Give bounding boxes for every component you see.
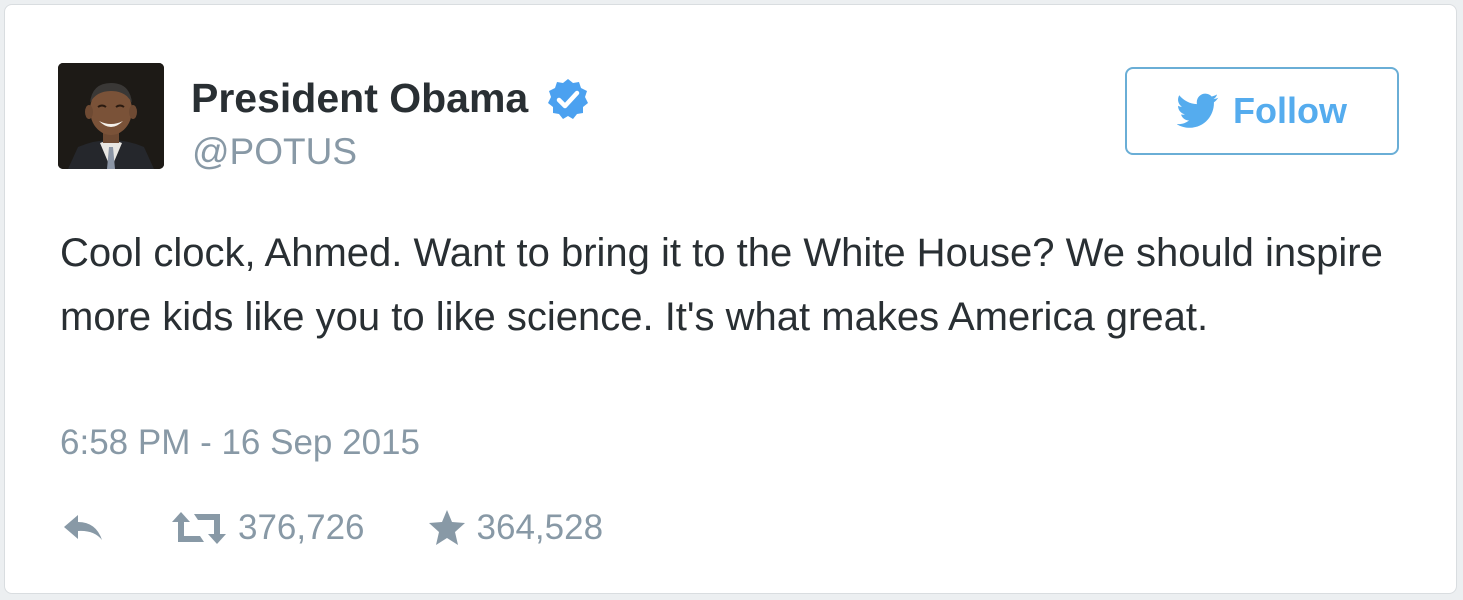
author-handle[interactable]: @POTUS xyxy=(192,131,357,173)
tweet-text: Cool clock, Ahmed. Want to bring it to t… xyxy=(60,231,1383,339)
avatar[interactable] xyxy=(58,63,164,169)
reply-button[interactable] xyxy=(60,510,106,546)
tweet-card: President Obama @POTUS Follow Cool clock… xyxy=(4,4,1457,594)
star-icon xyxy=(428,510,465,545)
follow-button-label: Follow xyxy=(1233,90,1347,131)
retweet-button[interactable]: 376,726 xyxy=(170,508,365,548)
avatar-photo-icon xyxy=(58,63,164,169)
reply-icon xyxy=(64,515,102,540)
author-name[interactable]: President Obama xyxy=(191,75,528,122)
retweet-count: 376,726 xyxy=(238,508,365,547)
verified-badge-icon xyxy=(546,77,590,121)
favorite-count: 364,528 xyxy=(476,508,604,547)
favorite-button[interactable]: 364,528 xyxy=(427,508,604,548)
tweet-actions: 376,726 364,528 xyxy=(60,503,603,553)
retweet-icon xyxy=(172,512,226,544)
follow-button[interactable]: Follow xyxy=(1125,67,1399,155)
tweet-timestamp[interactable]: 6:58 PM - 16 Sep 2015 xyxy=(60,423,420,463)
author-name-row[interactable]: President Obama xyxy=(191,75,590,122)
twitter-bird-icon xyxy=(1177,93,1219,128)
